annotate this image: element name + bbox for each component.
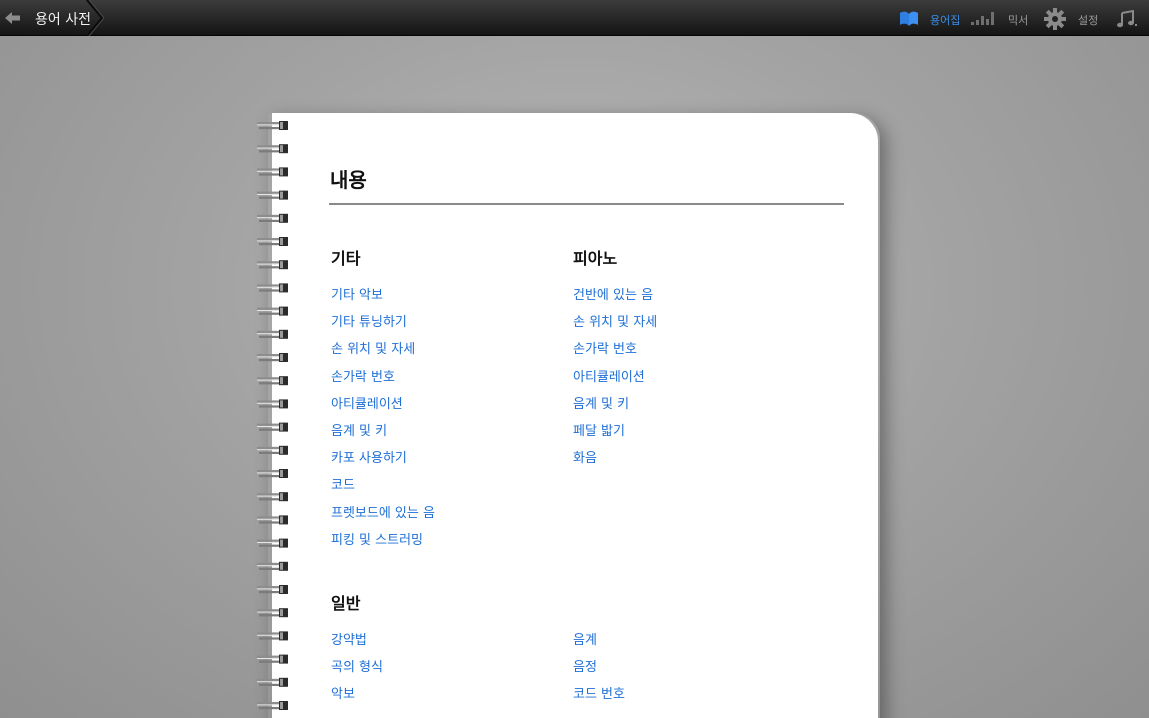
topic-link[interactable]: 강약법 (331, 631, 383, 658)
spiral-ring (257, 677, 288, 687)
spiral-ring (257, 237, 288, 246)
spiral-ring (257, 213, 288, 223)
topic-link[interactable]: 아티큘레이션 (331, 395, 435, 422)
topic-link[interactable]: 곡의 형식 (331, 658, 383, 685)
general-topic-list-right: 음계 음정 코드 번호 (573, 631, 625, 713)
top-toolbar: 용어 사전 용어집 믹서 설정 (0, 0, 1149, 36)
spiral-ring (257, 445, 288, 455)
mixer-button[interactable]: 믹서 (970, 0, 1032, 36)
spiral-ring (257, 585, 288, 594)
spiral-ring (257, 561, 288, 571)
glossary-button[interactable]: 용어집 (897, 0, 963, 36)
piano-topic-list: 건반에 있는 음 손 위치 및 자세 손가락 번호 아티큘레이션 음계 및 키 … (573, 286, 657, 476)
topic-link[interactable]: 음계 및 키 (331, 422, 435, 449)
topic-link[interactable]: 손가락 번호 (573, 340, 657, 367)
topic-link[interactable]: 아티큘레이션 (573, 368, 657, 395)
topic-link[interactable]: 음계 (573, 631, 625, 658)
spiral-ring (257, 515, 288, 525)
spiral-ring (257, 631, 288, 641)
spiral-ring (257, 701, 288, 710)
spiral-ring (257, 376, 288, 386)
book-icon (900, 11, 918, 26)
topic-link[interactable]: 코드 번호 (573, 685, 625, 712)
spiral-ring (257, 283, 288, 293)
topic-link[interactable]: 기타 튜닝하기 (331, 313, 435, 340)
glossary-label: 용어집 (930, 14, 961, 27)
spiral-ring (257, 260, 288, 270)
spiral-ring (257, 190, 288, 200)
spiral-ring (257, 167, 288, 177)
general-topic-list-left: 강약법 곡의 형식 악보 (331, 631, 383, 713)
topic-link[interactable]: 기타 악보 (331, 286, 435, 313)
breadcrumb[interactable]: 용어 사전 (0, 0, 104, 36)
section-heading-piano: 피아노 (573, 249, 618, 268)
title-divider (329, 203, 844, 205)
topic-link[interactable]: 프렛보드에 있는 음 (331, 504, 435, 531)
topic-link[interactable]: 손 위치 및 자세 (573, 313, 657, 340)
music-note-icon[interactable] (1115, 10, 1139, 28)
spiral-ring (257, 422, 288, 432)
mixer-label: 믹서 (1008, 14, 1029, 27)
gear-icon (1044, 8, 1066, 30)
spiral-ring (257, 353, 288, 362)
topic-link[interactable]: 음계 및 키 (573, 395, 657, 422)
settings-label: 설정 (1078, 14, 1099, 27)
settings-button[interactable]: 설정 (1044, 0, 1104, 36)
topic-link[interactable]: 손가락 번호 (331, 368, 435, 395)
spiral-ring (257, 608, 288, 618)
spiral-ring (257, 121, 288, 130)
breadcrumb-label: 용어 사전 (35, 12, 91, 28)
page-title: 내용 (330, 168, 367, 192)
spiral-binding (257, 121, 288, 710)
topic-link[interactable]: 피킹 및 스트러밍 (331, 531, 435, 558)
spiral-ring (257, 329, 288, 339)
spiral-ring (257, 144, 288, 154)
topic-link[interactable]: 카포 사용하기 (331, 449, 435, 476)
topic-link[interactable]: 코드 (331, 476, 435, 503)
topic-link[interactable]: 음정 (573, 658, 625, 685)
topic-link[interactable]: 페달 밟기 (573, 422, 657, 449)
topic-link[interactable]: 악보 (331, 685, 383, 712)
spiral-ring (257, 469, 288, 478)
topic-link[interactable]: 건반에 있는 음 (573, 286, 657, 313)
spiral-ring (257, 399, 288, 409)
guitar-topic-list: 기타 악보 기타 튜닝하기 손 위치 및 자세 손가락 번호 아티큘레이션 음계… (331, 286, 435, 558)
mixer-bars-icon (971, 12, 994, 25)
section-heading-guitar: 기타 (331, 249, 361, 268)
spiral-ring (257, 538, 288, 548)
spiral-ring (257, 654, 288, 664)
section-heading-general: 일반 (331, 594, 361, 613)
spiral-ring (257, 306, 288, 316)
back-arrow-icon[interactable] (5, 11, 21, 25)
topic-link[interactable]: 화음 (573, 449, 657, 476)
spiral-ring (257, 492, 288, 502)
topic-link[interactable]: 손 위치 및 자세 (331, 340, 435, 367)
breadcrumb-separator (86, 0, 104, 36)
